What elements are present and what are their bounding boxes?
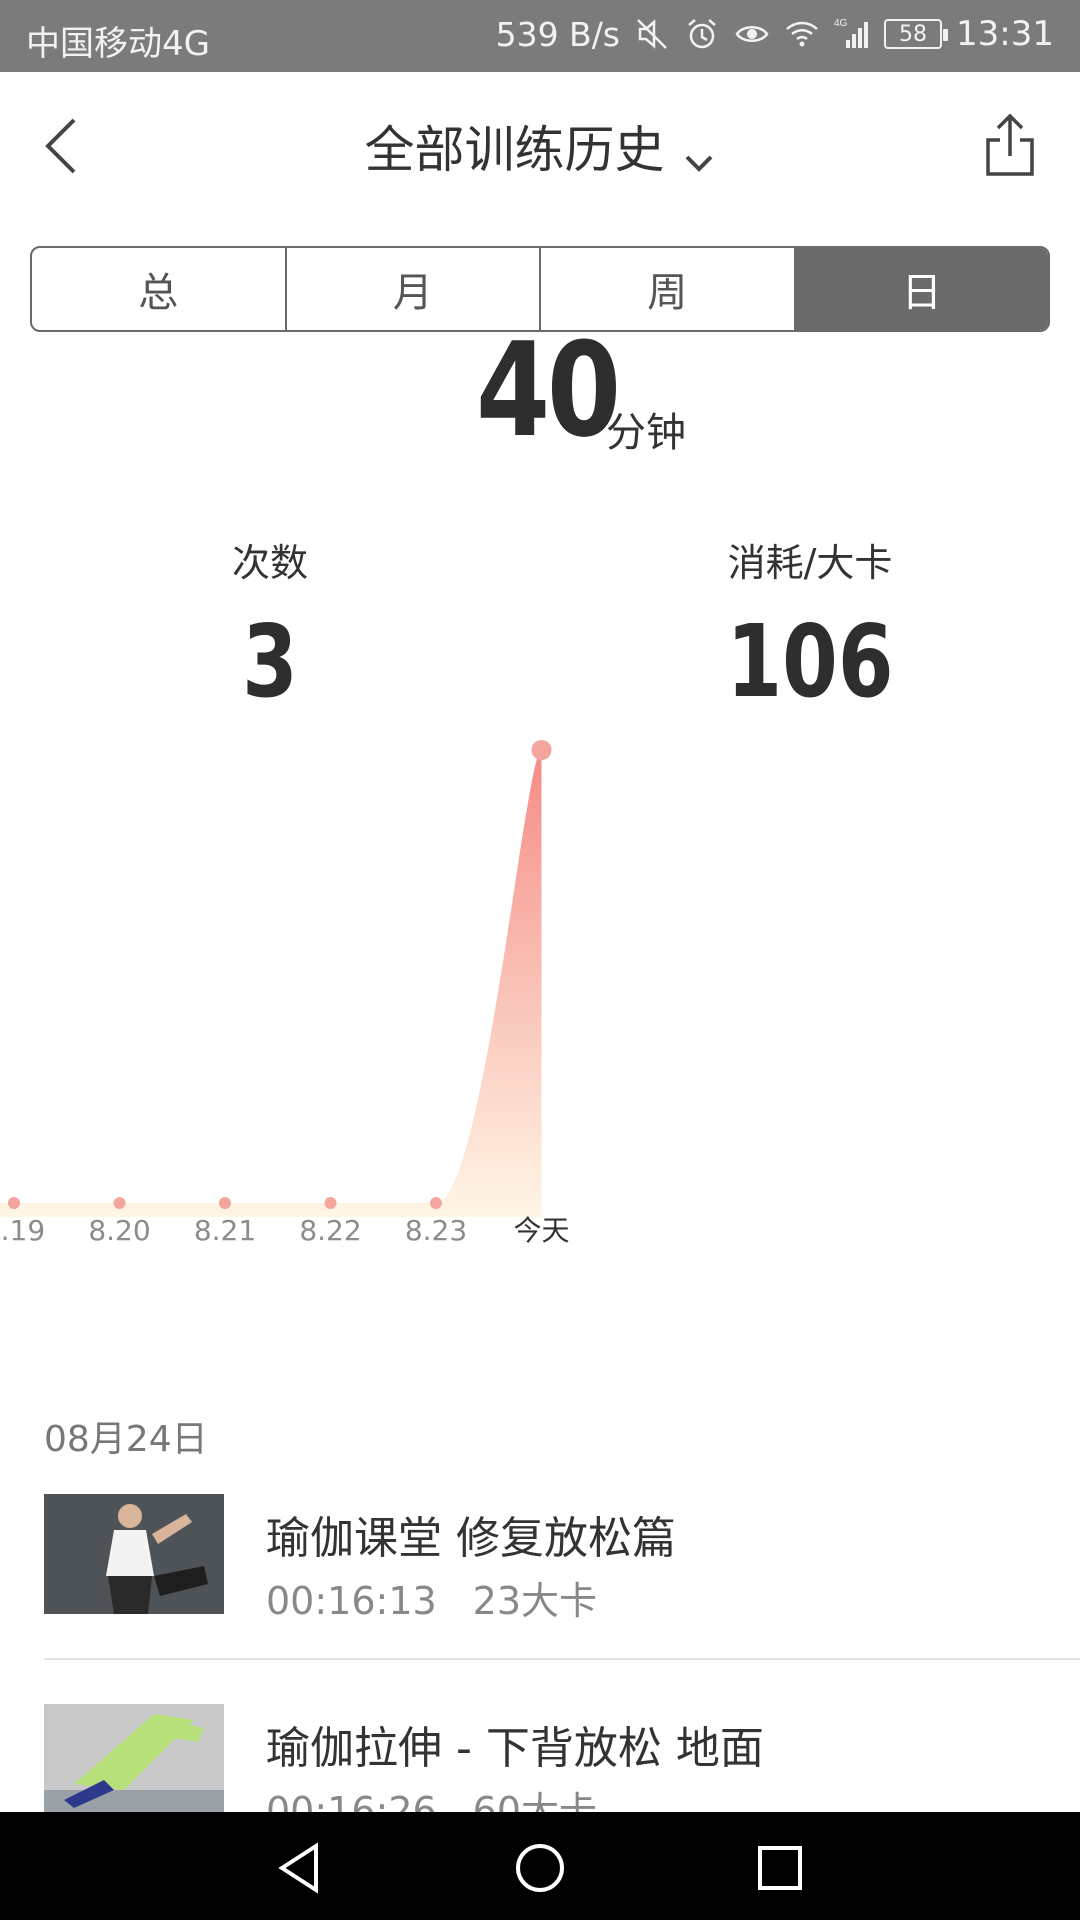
calories-stat: 消耗/大卡 106 xyxy=(690,532,930,717)
list-item[interactable]: 瑜伽课堂 修复放松篇 00:16:13 23大卡 xyxy=(44,1494,1080,1634)
calories-value: 106 xyxy=(726,603,894,720)
list-divider xyxy=(44,1658,1080,1660)
chart-point[interactable] xyxy=(531,740,552,760)
network-speed: 539 B/s xyxy=(495,14,621,54)
workout-calories: 23大卡 xyxy=(472,1579,598,1623)
battery-level: 58 xyxy=(899,21,928,47)
count-label: 次数 xyxy=(231,541,308,585)
workout-name: 瑜伽拉伸 - 下背放松 地面 xyxy=(266,1723,764,1774)
triangle-back-icon xyxy=(278,1842,318,1894)
x-tick-label: 8.22 xyxy=(299,1214,361,1247)
x-tick-label: 8.21 xyxy=(194,1214,256,1247)
app-header: 全部训练历史 xyxy=(0,72,1080,222)
workout-meta: 00:16:13 23大卡 xyxy=(266,1570,597,1625)
page-title: 全部训练历史 xyxy=(364,121,665,179)
workout-duration: 00:16:13 xyxy=(266,1579,437,1623)
workout-thumbnail xyxy=(44,1704,224,1824)
tab-day[interactable]: 日 xyxy=(795,248,1048,330)
duration-value: 40 xyxy=(476,314,621,466)
chevron-down-icon xyxy=(685,155,712,172)
chart-point[interactable] xyxy=(219,1197,231,1209)
workout-thumbnail xyxy=(44,1494,224,1614)
count-stat: 次数 3 xyxy=(170,532,370,717)
status-bar: 中国移动4G 539 B/s 4G 58 13:31 xyxy=(0,0,1080,72)
status-icons: 539 B/s 4G 58 13:31 xyxy=(496,14,1054,54)
x-tick-label: 今天 xyxy=(513,1214,569,1247)
chart-point[interactable] xyxy=(113,1197,126,1209)
square-recents-icon xyxy=(758,1846,802,1890)
nav-recents-button[interactable] xyxy=(752,1840,808,1896)
battery-icon: 58 xyxy=(884,19,949,49)
chart-point[interactable] xyxy=(8,1197,20,1209)
date-header: 08月24日 xyxy=(44,1419,208,1460)
share-button[interactable] xyxy=(982,110,1038,180)
system-nav-bar xyxy=(0,1812,1080,1920)
nav-home-button[interactable] xyxy=(512,1840,568,1896)
x-tick-label: 8.19 xyxy=(0,1214,45,1247)
clock: 13:31 xyxy=(956,14,1054,54)
chart-area-series xyxy=(0,750,542,1217)
duration-unit: 分钟 xyxy=(606,410,686,456)
nav-back-button[interactable] xyxy=(272,1840,328,1896)
x-tick-label: 8.20 xyxy=(88,1214,150,1247)
count-value: 3 xyxy=(242,603,298,720)
tab-total[interactable]: 总 xyxy=(32,248,287,330)
chart-point[interactable] xyxy=(430,1197,442,1209)
circle-home-icon xyxy=(516,1844,564,1892)
signal-icon: 4G xyxy=(834,18,869,48)
x-tick-label: 8.23 xyxy=(405,1214,467,1247)
chart-point[interactable] xyxy=(324,1197,337,1209)
workout-name: 瑜伽课堂 修复放松篇 xyxy=(266,1513,676,1564)
eye-comfort-icon xyxy=(735,26,769,42)
share-icon xyxy=(986,113,1034,176)
daily-duration-chart[interactable]: 8.19 8.20 8.21 8.22 8.23 今天 xyxy=(0,720,1080,1280)
alarm-icon xyxy=(688,19,716,49)
carrier-label: 中国移动4G xyxy=(26,24,210,64)
calories-label: 消耗/大卡 xyxy=(727,541,893,585)
wifi-icon xyxy=(786,21,818,47)
network-type-label: 4G xyxy=(834,18,848,29)
title-dropdown[interactable]: 全部训练历史 xyxy=(0,110,1080,182)
mute-icon xyxy=(637,19,667,49)
